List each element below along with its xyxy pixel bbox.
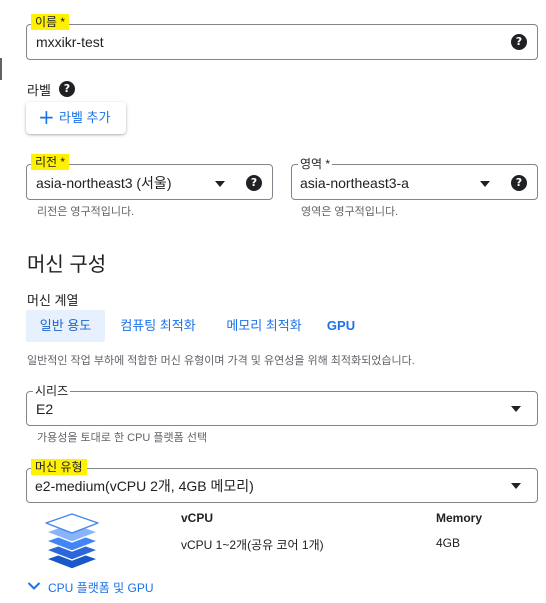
add-label-button[interactable]: + 라벨 추가 bbox=[26, 102, 126, 134]
layers-stack-icon bbox=[45, 513, 99, 570]
name-field-value[interactable]: mxxikr-test bbox=[36, 33, 104, 51]
spec-value-memory: 4GB bbox=[436, 536, 461, 550]
labels-help-icon[interactable]: ? bbox=[59, 81, 75, 97]
spec-value-vcpu: vCPU 1~2개(공유 코어 1개) bbox=[181, 538, 324, 552]
name-field-label: 이름 * bbox=[31, 14, 70, 30]
zone-label: 영역 * bbox=[298, 156, 333, 172]
tab-compute-optimized[interactable]: 컴퓨팅 최적화 bbox=[110, 310, 206, 342]
machine-type-dropdown-arrow-icon[interactable] bbox=[511, 483, 521, 489]
series-hint: 가용성을 토대로 한 CPU 플랫폼 선택 bbox=[37, 432, 208, 444]
name-field[interactable]: mxxikr-test ? bbox=[26, 24, 538, 60]
tab-memory-optimized[interactable]: 메모리 최적화 bbox=[216, 310, 312, 342]
plus-icon: + bbox=[38, 105, 55, 129]
spec-header-vcpu: vCPU bbox=[181, 511, 214, 525]
series-select[interactable]: E2 bbox=[26, 391, 538, 426]
region-help-icon[interactable]: ? bbox=[246, 175, 262, 191]
series-select-value: E2 bbox=[36, 401, 54, 417]
machine-type-label: 머신 유형 bbox=[31, 459, 87, 475]
name-help-icon[interactable]: ? bbox=[511, 34, 527, 50]
machine-family-label: 머신 계열 bbox=[27, 293, 79, 308]
zone-select-value: asia-northeast3-a bbox=[300, 175, 409, 191]
series-dropdown-arrow-icon[interactable] bbox=[511, 406, 521, 412]
spec-header-memory: Memory bbox=[436, 511, 483, 525]
tab-general-purpose[interactable]: 일반 용도 bbox=[26, 310, 105, 342]
machine-family-description: 일반적인 작업 부하에 적합한 머신 유형이며 가격 및 유연성을 위해 최적화… bbox=[27, 355, 415, 367]
add-label-button-label: 라벨 추가 bbox=[59, 110, 111, 125]
region-label: 리전 * bbox=[31, 154, 70, 170]
machine-config-title: 머신 구성 bbox=[27, 254, 107, 276]
chevron-down-icon bbox=[27, 582, 41, 590]
zone-dropdown-arrow-icon[interactable] bbox=[480, 181, 490, 187]
region-dropdown-arrow-icon[interactable] bbox=[215, 181, 225, 187]
series-label: 시리즈 bbox=[33, 383, 71, 399]
zone-help-icon[interactable]: ? bbox=[511, 175, 527, 191]
machine-type-select-value: e2-medium(vCPU 2개, 4GB 메모리) bbox=[35, 478, 254, 494]
machine-type-select[interactable]: e2-medium(vCPU 2개, 4GB 메모리) bbox=[26, 468, 538, 503]
tab-gpu[interactable]: GPU bbox=[320, 310, 362, 342]
region-hint: 리전은 영구적입니다. bbox=[37, 206, 135, 218]
labels-title: 라벨 bbox=[27, 83, 51, 98]
region-select-value: asia-northeast3 (서울) bbox=[36, 175, 172, 191]
cpu-platform-toggle-label: CPU 플랫폼 및 GPU bbox=[48, 581, 154, 595]
zone-hint: 영역은 영구적입니다. bbox=[301, 206, 399, 218]
left-accent-bar bbox=[0, 58, 2, 80]
